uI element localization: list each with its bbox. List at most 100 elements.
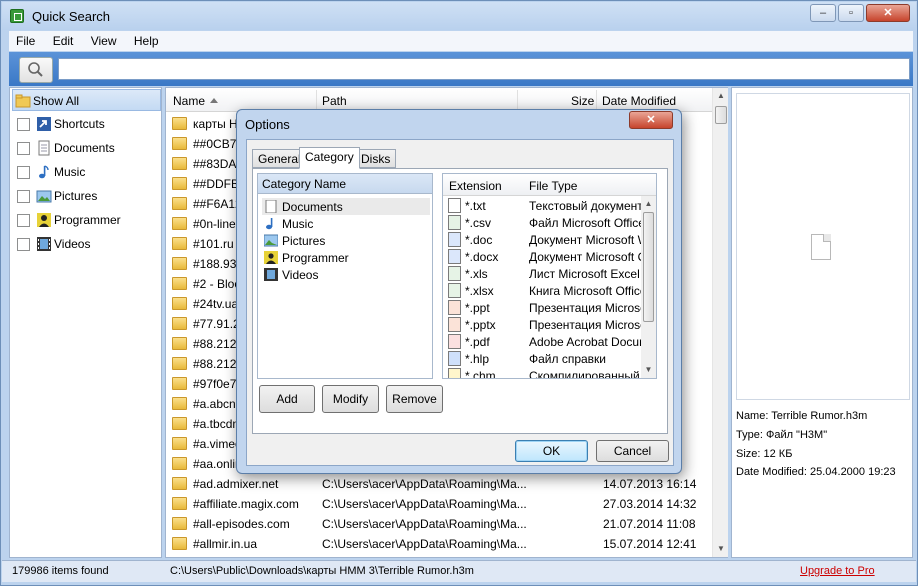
extension-row[interactable]: *.pptx Презентация Microsof	[443, 316, 641, 333]
music-note-icon	[266, 218, 273, 230]
category-programmer[interactable]: Programmer	[12, 209, 161, 231]
remove-button[interactable]: Remove	[386, 385, 443, 413]
category-list-header: Category Name	[258, 174, 432, 194]
menu-help[interactable]: Help	[127, 31, 166, 51]
picture-icon	[264, 234, 278, 247]
row-name: #97f0e7	[193, 377, 237, 391]
category-panel: Show All Shortcuts Documents Music Pictu…	[9, 87, 162, 558]
extension-row[interactable]: *.ppt Презентация Microsof	[443, 299, 641, 316]
category-shortcuts[interactable]: Shortcuts	[12, 113, 161, 135]
extension-row[interactable]: *.docx Документ Microsoft Of	[443, 248, 641, 265]
menu-file[interactable]: File	[9, 31, 42, 51]
scroll-down-icon[interactable]: ▼	[713, 541, 729, 557]
category-checkbox[interactable]	[17, 142, 30, 155]
row-name: ##F6A12	[193, 197, 242, 211]
folder-icon	[172, 317, 187, 330]
extension-row[interactable]: *.txt Текстовый документ	[443, 197, 641, 214]
dialog-body: General Category Disks Category Name Doc…	[246, 139, 674, 466]
table-row[interactable]: #all-episodes.com C:\Users\acer\AppData\R…	[166, 514, 712, 534]
extension-row[interactable]: *.csv Файл Microsoft Office	[443, 214, 641, 231]
dialog-category-videos[interactable]: Videos	[262, 266, 430, 283]
category-checkbox[interactable]	[17, 190, 30, 203]
category-checkbox[interactable]	[17, 214, 30, 227]
minimize-button[interactable]: –	[810, 4, 836, 22]
close-button[interactable]: ✕	[866, 4, 910, 22]
extension-value: *.doc	[465, 233, 493, 247]
tab-disks[interactable]: Disks	[355, 149, 397, 168]
dialog-category-documents[interactable]: Documents	[262, 198, 430, 215]
dialog-close-button[interactable]: ✕	[629, 111, 673, 129]
row-name: #a.abcne	[193, 397, 243, 411]
category-label: Programmer	[54, 213, 121, 227]
modify-button[interactable]: Modify	[322, 385, 379, 413]
scroll-thumb[interactable]	[715, 106, 727, 124]
extension-value: *.xlsx	[465, 284, 494, 298]
category-label: Music	[54, 165, 86, 179]
extension-row[interactable]: *.hlp Файл справки	[443, 350, 641, 367]
tab-category[interactable]: Category	[299, 147, 360, 169]
category-checkbox[interactable]	[17, 118, 30, 131]
person-icon	[37, 213, 51, 227]
category-tab-panel: Category Name Documents Music Pictures P…	[252, 168, 668, 434]
folder-icon	[172, 197, 187, 210]
menu-view[interactable]: View	[84, 31, 124, 51]
row-date: 27.03.2014 14:32	[603, 497, 697, 511]
menu-edit[interactable]: Edit	[46, 31, 81, 51]
folder-icon	[172, 337, 187, 350]
maximize-button[interactable]: ▫	[838, 4, 864, 22]
file-type-icon	[448, 249, 461, 264]
upgrade-link[interactable]: Upgrade to Pro	[800, 565, 875, 577]
file-type-icon	[448, 215, 461, 230]
folder-icon	[172, 257, 187, 270]
row-name: #aa.onlin	[193, 457, 242, 471]
extension-scrollbar[interactable]: ▲ ▼	[641, 196, 656, 378]
search-input[interactable]	[58, 58, 910, 80]
search-button[interactable]	[19, 57, 53, 83]
category-checkbox[interactable]	[17, 238, 30, 251]
column-file-type[interactable]: File Type	[529, 179, 577, 193]
results-scrollbar[interactable]: ▲ ▼	[712, 88, 728, 557]
extension-row[interactable]: *.xlsx Книга Microsoft Office	[443, 282, 641, 299]
table-row[interactable]: #ad.admixer.net C:\Users\acer\AppData\Roa…	[166, 474, 712, 494]
table-row[interactable]: #affiliate.magix.com C:\Users\acer\AppDat…	[166, 494, 712, 514]
file-type-value: Книга Microsoft Office	[529, 284, 641, 298]
dialog-category-music[interactable]: Music	[262, 215, 430, 232]
ok-button[interactable]: OK	[515, 440, 588, 462]
folder-icon	[15, 94, 31, 108]
row-name: #101.ru	[193, 237, 234, 251]
cancel-button[interactable]: Cancel	[596, 440, 669, 462]
row-date: 21.07.2014 11:08	[603, 517, 696, 531]
dialog-category-pictures[interactable]: Pictures	[262, 232, 430, 249]
scroll-up-icon[interactable]: ▲	[641, 196, 656, 212]
row-name: #a.tbcdn	[193, 417, 240, 431]
category-music[interactable]: Music	[12, 161, 161, 183]
film-icon	[37, 237, 51, 251]
folder-icon	[172, 517, 187, 530]
extension-row[interactable]: *.xls Лист Microsoft Excel	[443, 265, 641, 282]
category-documents[interactable]: Documents	[12, 137, 161, 159]
category-show-all[interactable]: Show All	[12, 89, 161, 111]
extension-row[interactable]: *.pdf Adobe Acrobat Docum	[443, 333, 641, 350]
row-path: C:\Users\acer\AppData\Roaming\Ma...	[322, 477, 527, 491]
preview-type: Type: Файл "H3M"	[736, 429, 828, 441]
dialog-category-programmer[interactable]: Programmer	[262, 249, 430, 266]
scroll-down-icon[interactable]: ▼	[641, 362, 656, 378]
add-button[interactable]: Add	[259, 385, 315, 413]
category-videos[interactable]: Videos	[12, 233, 161, 255]
column-date[interactable]: Date Modified	[602, 94, 676, 108]
table-row[interactable]: #allmir.in.ua C:\Users\acer\AppData\Roami…	[166, 534, 712, 554]
document-icon	[38, 140, 50, 156]
extension-row[interactable]: *.doc Документ Microsoft W	[443, 231, 641, 248]
scroll-thumb[interactable]	[643, 212, 654, 322]
category-pictures[interactable]: Pictures	[12, 185, 161, 207]
category-list: Category Name Documents Music Pictures P…	[257, 173, 433, 379]
column-extension[interactable]: Extension	[449, 179, 502, 193]
extension-row[interactable]: *.chm Скомпилированный	[443, 367, 641, 378]
category-checkbox[interactable]	[17, 166, 30, 179]
column-size[interactable]: Size	[571, 94, 594, 108]
file-type-icon	[448, 317, 461, 332]
file-type-value: Лист Microsoft Excel	[529, 267, 640, 281]
column-path[interactable]: Path	[322, 94, 347, 108]
column-name[interactable]: Name	[173, 94, 205, 108]
scroll-up-icon[interactable]: ▲	[713, 88, 729, 104]
